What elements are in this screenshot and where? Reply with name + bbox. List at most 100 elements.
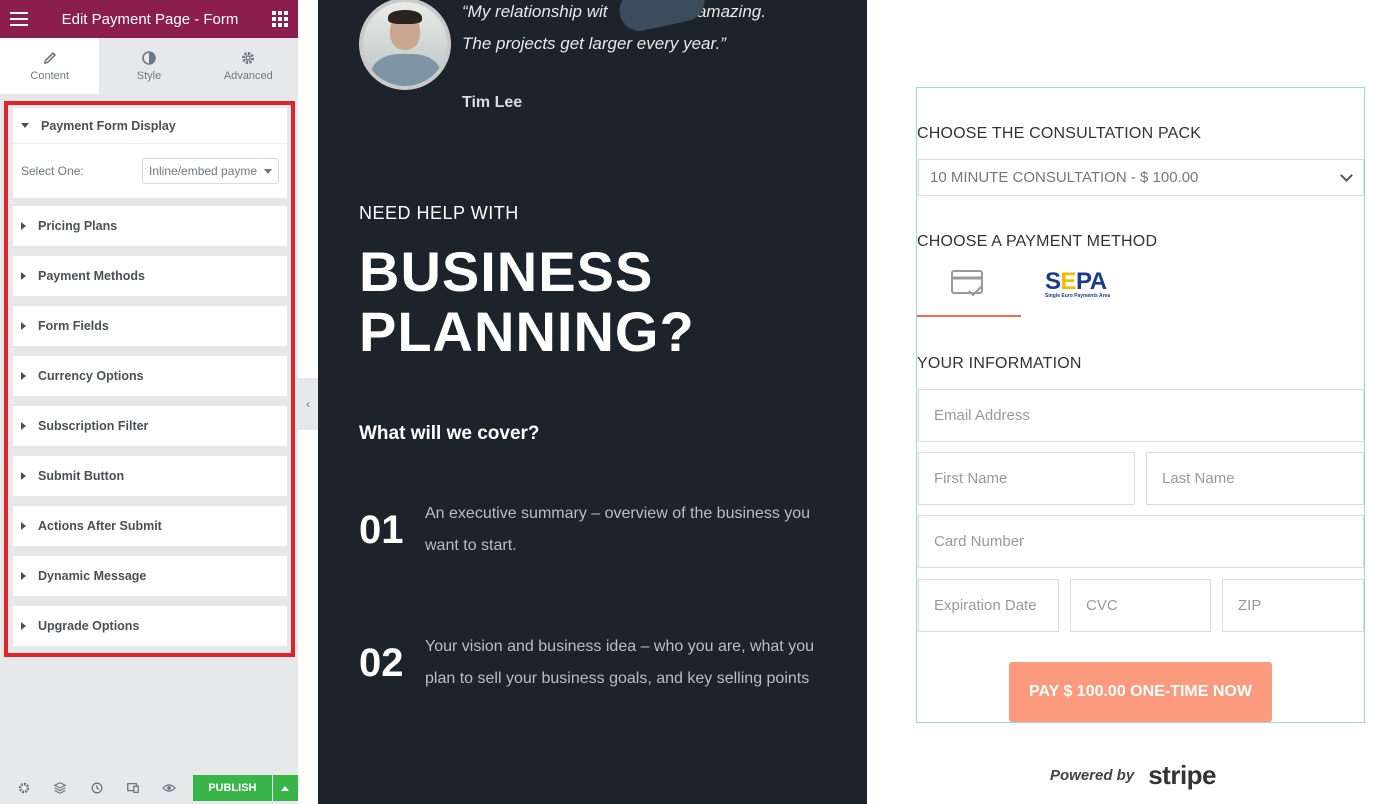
section-label: Pricing Plans xyxy=(38,219,118,233)
sections-list: Payment Form Display Select One: Inline/… xyxy=(4,101,295,657)
quote-line-1-end: amazing. xyxy=(696,2,766,21)
widgets-grid-icon[interactable] xyxy=(272,11,288,27)
select-one-label: Select One: xyxy=(21,164,84,178)
payment-form: CHOOSE THE CONSULTATION PACK 10 MINUTE C… xyxy=(916,87,1365,723)
sepa-subtitle: Single Euro Payments Area xyxy=(1045,293,1111,299)
tab-advanced-label: Advanced xyxy=(223,70,273,82)
caret-right-icon xyxy=(21,422,26,430)
quote-line-1: “My relationship wit xyxy=(462,2,608,21)
testimonial-avatar xyxy=(359,0,451,90)
section-actions-after-submit[interactable]: Actions After Submit xyxy=(13,506,287,546)
caret-right-icon xyxy=(21,272,26,280)
caret-down-icon xyxy=(21,123,29,128)
expiration-date-field[interactable]: Expiration Date xyxy=(918,579,1059,632)
caret-right-icon xyxy=(21,322,26,330)
last-name-placeholder: Last Name xyxy=(1162,470,1235,487)
section-upgrade-options[interactable]: Upgrade Options xyxy=(13,606,287,646)
zip-field[interactable]: ZIP xyxy=(1222,579,1364,632)
pack-select-value: 10 MINUTE CONSULTATION - $ 100.00 xyxy=(930,169,1199,186)
editor-header: Edit Payment Page - Form xyxy=(0,0,298,38)
preview-eye-icon[interactable] xyxy=(151,781,187,795)
tab-advanced[interactable]: Advanced xyxy=(199,38,298,94)
section-label: Currency Options xyxy=(38,369,144,383)
tab-style-label: Style xyxy=(136,70,162,82)
editor-title: Edit Payment Page - Form xyxy=(61,10,239,28)
contrast-icon xyxy=(142,51,156,65)
stripe-logo: stripe xyxy=(1148,760,1217,790)
consultation-pack-select[interactable]: 10 MINUTE CONSULTATION - $ 100.00 xyxy=(918,159,1364,196)
tab-content-label: Content xyxy=(30,70,69,82)
history-icon[interactable] xyxy=(78,781,114,795)
section-dynamic-message[interactable]: Dynamic Message xyxy=(13,556,287,596)
section-eyebrow: NEED HELP WITH xyxy=(359,203,519,223)
pencil-icon xyxy=(43,51,56,65)
card-number-field[interactable]: Card Number xyxy=(918,515,1364,568)
editor-panel: Edit Payment Page - Form Content Style A… xyxy=(0,0,298,804)
list-item: 01 An executive summary – overview of th… xyxy=(359,505,839,562)
powered-by-stripe: Powered by stripe xyxy=(1050,760,1217,791)
caret-right-icon xyxy=(21,222,26,230)
quote-line-2: The projects get larger every year.” xyxy=(462,34,726,53)
pay-button[interactable]: PAY $ 100.00 ONE-TIME NOW xyxy=(1009,662,1272,722)
tab-content[interactable]: Content xyxy=(0,38,100,94)
publish-options-button[interactable] xyxy=(272,775,298,801)
active-method-underline xyxy=(917,315,1021,317)
credit-card-icon[interactable] xyxy=(951,269,985,301)
select-one-row: Select One: Inline/embed payme xyxy=(13,144,287,198)
item-number: 02 xyxy=(359,641,404,685)
tab-style[interactable]: Style xyxy=(99,38,198,94)
first-name-field[interactable]: First Name xyxy=(918,452,1135,505)
card-number-placeholder: Card Number xyxy=(934,533,1025,550)
sepa-logo[interactable]: SEPA xyxy=(1045,268,1107,296)
select-value: Inline/embed payme xyxy=(149,164,258,178)
responsive-mode-icon[interactable] xyxy=(115,781,151,795)
editor-tabs: Content Style Advanced xyxy=(0,38,298,94)
chevron-down-icon xyxy=(1340,168,1353,182)
email-field[interactable]: Email Address xyxy=(918,389,1364,442)
section-payment-methods[interactable]: Payment Methods xyxy=(13,256,287,296)
payment-form-display-select[interactable]: Inline/embed payme xyxy=(142,158,279,184)
caret-right-icon xyxy=(21,522,26,530)
section-label: Subscription Filter xyxy=(38,419,149,433)
section-header[interactable]: Payment Form Display xyxy=(13,108,287,144)
chevron-left-icon: ‹ xyxy=(306,397,310,411)
item-text: An executive summary – overview of the b… xyxy=(425,505,811,554)
pack-title: CHOOSE THE CONSULTATION PACK xyxy=(917,125,1202,142)
last-name-field[interactable]: Last Name xyxy=(1146,452,1364,505)
cvc-placeholder: CVC xyxy=(1086,597,1118,614)
section-pricing-plans[interactable]: Pricing Plans xyxy=(13,206,287,246)
publish-button[interactable]: PUBLISH xyxy=(193,775,272,801)
caret-right-icon xyxy=(21,572,26,580)
editor-footer: PUBLISH xyxy=(0,772,298,804)
cover-heading: What will we cover? xyxy=(359,423,540,444)
section-payment-form-display: Payment Form Display Select One: Inline/… xyxy=(13,108,287,198)
email-placeholder: Email Address xyxy=(934,407,1030,424)
layers-icon[interactable] xyxy=(42,781,78,795)
settings-gear-icon[interactable] xyxy=(6,781,42,795)
caret-right-icon xyxy=(21,372,26,380)
gear-icon xyxy=(242,52,255,64)
section-form-fields[interactable]: Form Fields xyxy=(13,306,287,346)
section-label: Submit Button xyxy=(38,469,125,483)
expiration-placeholder: Expiration Date xyxy=(934,597,1037,614)
item-number: 01 xyxy=(359,508,404,552)
headline-line-2: PLANNING? xyxy=(359,300,695,363)
section-currency-options[interactable]: Currency Options xyxy=(13,356,287,396)
section-submit-button[interactable]: Submit Button xyxy=(13,456,287,496)
caret-up-icon xyxy=(281,785,290,791)
hamburger-menu-icon[interactable] xyxy=(10,12,28,26)
cvc-field[interactable]: CVC xyxy=(1070,579,1211,632)
collapse-panel-button[interactable]: ‹ xyxy=(298,378,318,430)
payment-method-title: CHOOSE A PAYMENT METHOD xyxy=(917,233,1158,250)
page-preview-dark-section: “My relationship wit amazing. The projec… xyxy=(318,0,867,804)
item-text: Your vision and business idea – who you … xyxy=(425,638,814,687)
section-label: Upgrade Options xyxy=(38,619,140,633)
first-name-placeholder: First Name xyxy=(934,470,1008,487)
section-subscription-filter[interactable]: Subscription Filter xyxy=(13,406,287,446)
page-headline: BUSINESS PLANNING? xyxy=(359,242,695,362)
list-item: 02 Your vision and business idea – who y… xyxy=(359,638,839,695)
section-label: Payment Form Display xyxy=(41,118,176,133)
caret-right-icon xyxy=(21,472,26,480)
sepa-logo-text: SEPA xyxy=(1045,268,1107,295)
section-label: Payment Methods xyxy=(38,269,145,283)
